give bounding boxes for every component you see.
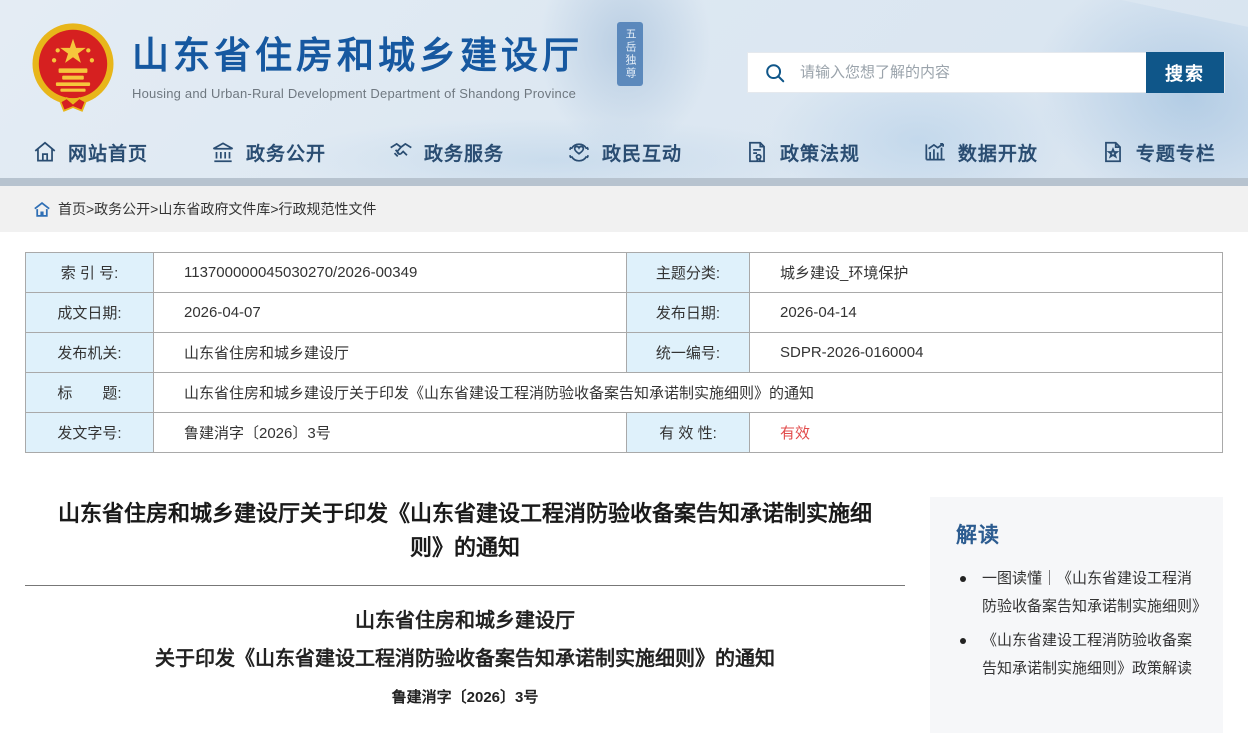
doc-number: 鲁建消字〔2026〕3号 <box>25 686 905 707</box>
article-column: 山东省住房和城乡建设厅关于印发《山东省建设工程消防验收备案告知承诺制实施细则》的… <box>25 497 905 733</box>
policy-document-icon <box>744 139 770 165</box>
interpretation-sidebar: 解读 一图读懂｜《山东省建设工程消防验收备案告知承诺制实施细则》 《山东省建设工… <box>930 497 1223 733</box>
issuing-org-label: 发布机关: <box>26 333 154 373</box>
nav-item-label: 政务公开 <box>246 139 326 166</box>
nav-item-label: 政策法规 <box>780 139 860 166</box>
doc-title-line2: 关于印发《山东省建设工程消防验收备案告知承诺制实施细则》的通知 <box>25 640 905 678</box>
sidebar-title: 解读 <box>956 519 1201 549</box>
main-navigation: 网站首页 政务公开 政务服务 政民互动 政策法规 数据开放 专题专栏 <box>0 126 1248 178</box>
title-divider <box>25 585 905 586</box>
list-item[interactable]: 《山东省建设工程消防验收备案告知承诺制实施细则》政策解读 <box>956 627 1201 683</box>
unified-number-label: 统一编号: <box>627 333 750 373</box>
brand-text: 山东省住房和城乡建设厅 Housing and Urban-Rural Deve… <box>132 34 583 101</box>
nav-item-label: 网站首页 <box>68 139 148 166</box>
handshake-icon <box>388 139 414 165</box>
nav-item-home[interactable]: 网站首页 <box>32 139 148 166</box>
breadcrumb-home-icon <box>34 202 50 217</box>
nav-item-label: 政民互动 <box>602 139 682 166</box>
nav-item-label: 专题专栏 <box>1136 139 1216 166</box>
date-published-value: 2026-04-14 <box>750 293 1223 333</box>
nav-item-public-interaction[interactable]: 政民互动 <box>566 139 682 166</box>
title-value: 山东省住房和城乡建设厅关于印发《山东省建设工程消防验收备案告知承诺制实施细则》的… <box>154 373 1223 413</box>
search-input[interactable] <box>786 53 1146 92</box>
list-item[interactable]: 一图读懂｜《山东省建设工程消防验收备案告知承诺制实施细则》 <box>956 565 1201 621</box>
table-row: 成文日期: 2026-04-07 发布日期: 2026-04-14 <box>26 293 1223 333</box>
content-area: 山东省住房和城乡建设厅关于印发《山东省建设工程消防验收备案告知承诺制实施细则》的… <box>25 497 1223 733</box>
home-icon <box>32 139 58 165</box>
table-row: 发文字号: 鲁建消字〔2026〕3号 有 效 性: 有效 <box>26 413 1223 453</box>
national-emblem-logo <box>28 20 118 115</box>
category-value: 城乡建设_环境保护 <box>750 253 1223 293</box>
validity-value: 有效 <box>750 413 1223 453</box>
validity-label: 有 效 性: <box>627 413 750 453</box>
index-number-value: 113700000045030270/2026-00349 <box>154 253 627 293</box>
category-label: 主题分类: <box>627 253 750 293</box>
date-written-value: 2026-04-07 <box>154 293 627 333</box>
nav-item-special-topics[interactable]: 专题专栏 <box>1100 139 1216 166</box>
government-building-icon <box>210 139 236 165</box>
interpretation-list: 一图读懂｜《山东省建设工程消防验收备案告知承诺制实施细则》 《山东省建设工程消防… <box>956 565 1201 683</box>
index-number-label: 索 引 号: <box>26 253 154 293</box>
header-divider-strip <box>0 178 1248 186</box>
search-button[interactable]: 搜索 <box>1146 52 1224 93</box>
nav-item-open-data[interactable]: 数据开放 <box>922 139 1038 166</box>
doc-number-label: 发文字号: <box>26 413 154 453</box>
page-body: 索 引 号: 113700000045030270/2026-00349 主题分… <box>0 252 1248 733</box>
page-title: 山东省住房和城乡建设厅关于印发《山东省建设工程消防验收备案告知承诺制实施细则》的… <box>25 497 905 565</box>
document-meta-table: 索 引 号: 113700000045030270/2026-00349 主题分… <box>25 252 1223 453</box>
search-bar: 搜索 <box>747 52 1225 93</box>
search-icon <box>764 62 786 84</box>
table-row: 标 题: 山东省住房和城乡建设厅关于印发《山东省建设工程消防验收备案告知承诺制实… <box>26 373 1223 413</box>
data-chart-icon <box>922 139 948 165</box>
date-written-label: 成文日期: <box>26 293 154 333</box>
site-header: 五岳独尊 山东省住房和城乡建设厅 Housing and Urban-Rural… <box>0 0 1248 186</box>
unified-number-value: SDPR-2026-0160004 <box>750 333 1223 373</box>
table-row: 发布机关: 山东省住房和城乡建设厅 统一编号: SDPR-2026-016000… <box>26 333 1223 373</box>
doc-title-line1: 山东省住房和城乡建设厅 <box>25 602 905 640</box>
mountain-artwork-text: 五岳独尊 <box>617 22 643 86</box>
issuing-org-value: 山东省住房和城乡建设厅 <box>154 333 627 373</box>
nav-item-gov-disclosure[interactable]: 政务公开 <box>210 139 326 166</box>
breadcrumb-path[interactable]: 首页>政务公开>山东省政府文件库>行政规范性文件 <box>58 199 377 219</box>
star-page-icon <box>1100 139 1126 165</box>
table-row: 索 引 号: 113700000045030270/2026-00349 主题分… <box>26 253 1223 293</box>
nav-item-label: 数据开放 <box>958 139 1038 166</box>
heart-hands-icon <box>566 139 592 165</box>
breadcrumb: 首页>政务公开>山东省政府文件库>行政规范性文件 <box>0 186 1248 232</box>
date-published-label: 发布日期: <box>627 293 750 333</box>
doc-number-value: 鲁建消字〔2026〕3号 <box>154 413 627 453</box>
nav-item-label: 政务服务 <box>424 139 504 166</box>
nav-item-policies[interactable]: 政策法规 <box>744 139 860 166</box>
site-subtitle: Housing and Urban-Rural Development Depa… <box>132 86 583 101</box>
site-brand: 山东省住房和城乡建设厅 Housing and Urban-Rural Deve… <box>28 20 583 115</box>
site-title: 山东省住房和城乡建设厅 <box>132 34 583 78</box>
nav-item-gov-services[interactable]: 政务服务 <box>388 139 504 166</box>
title-label: 标 题: <box>26 373 154 413</box>
